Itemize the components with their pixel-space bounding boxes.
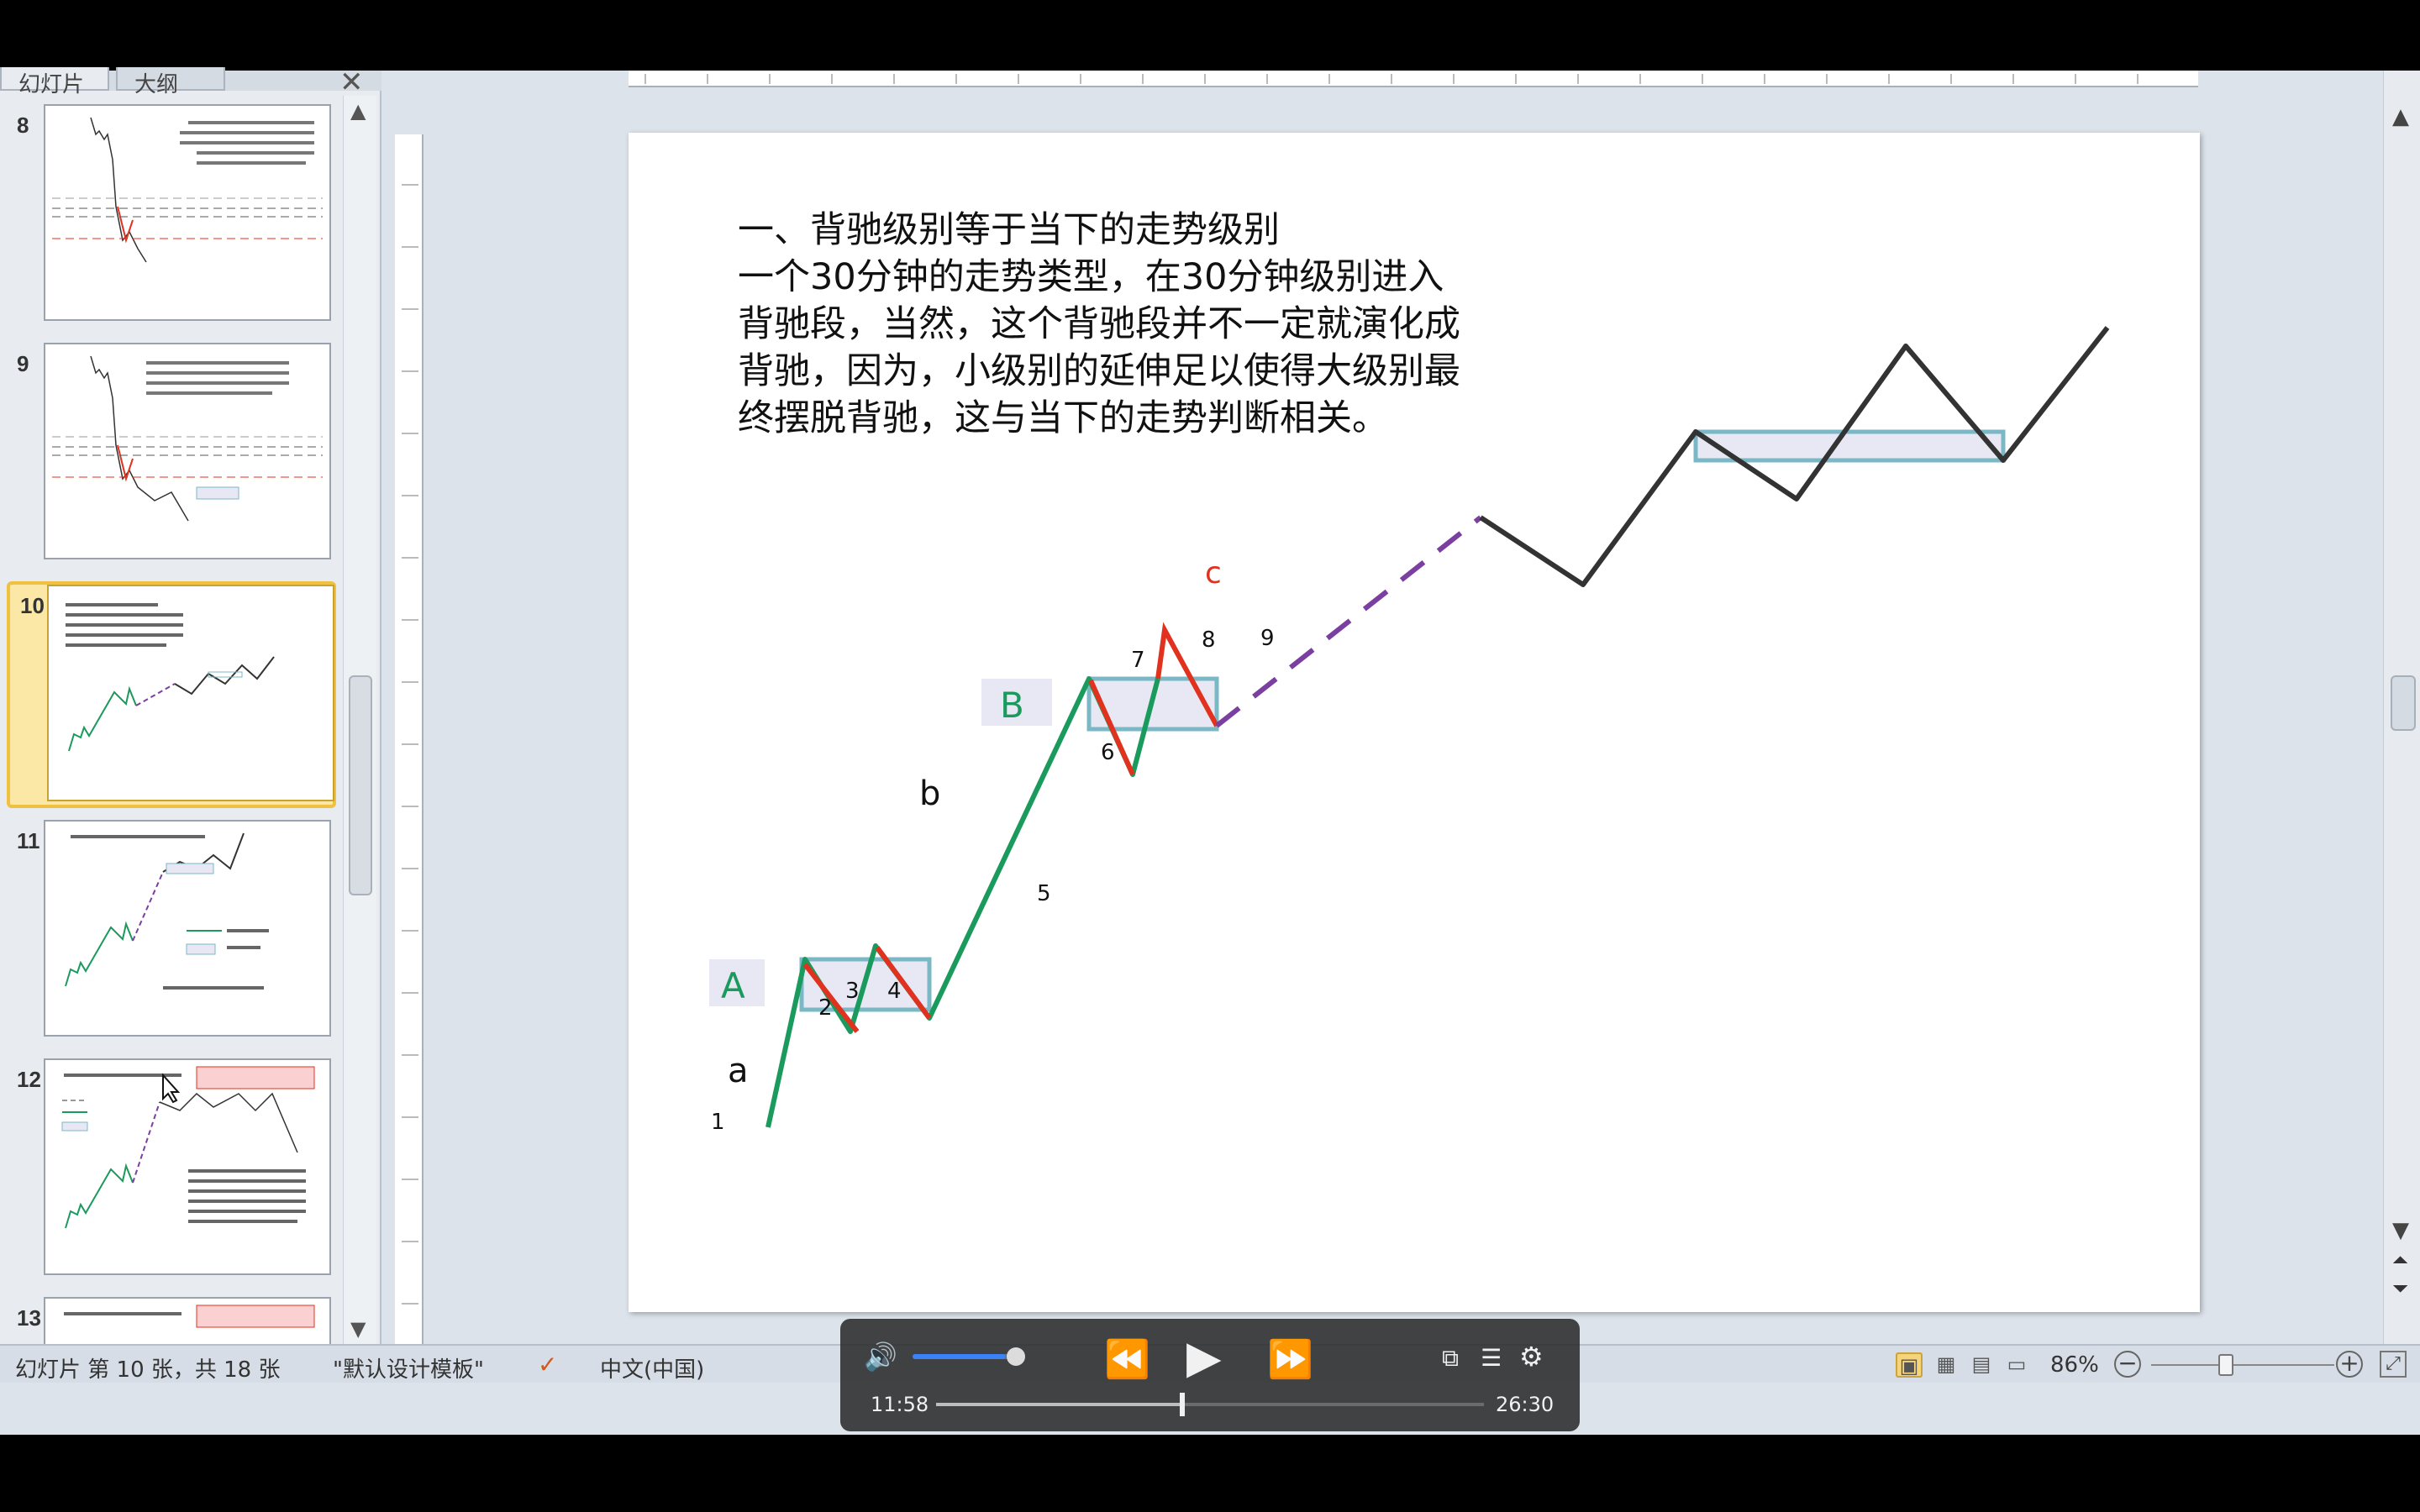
video-player-controls: 🔊 ⏪ ▶ ⏩ ⧉ ☰ ⚙ 11:58 26:30: [840, 1319, 1580, 1431]
scroll-up-icon[interactable]: ▲: [350, 99, 366, 123]
progress-fill: [936, 1403, 1183, 1406]
slide-preview-drawing: [66, 603, 275, 752]
app-window: 幻灯片 大纲 ✕ 8 9 10 11 12 13 ▲ ▼ 一、背驰级别等于当下的…: [0, 0, 2420, 1512]
volume-icon[interactable]: 🔊: [864, 1341, 897, 1373]
trend-line-green: [765, 676, 1160, 1128]
scroll-up-icon[interactable]: ▲: [2392, 104, 2409, 129]
slide-thumbnail-list: 8 9 10 11 12 13: [0, 96, 336, 1344]
powerpoint-window: 幻灯片 大纲 ✕ 8 9 10 11 12 13 ▲ ▼ 一、背驰级别等于当下的…: [0, 66, 2420, 1505]
slide-preview: [44, 1058, 331, 1275]
scrollbar-thumb[interactable]: [349, 675, 372, 895]
settings-icon[interactable]: ⚙: [1519, 1341, 1544, 1373]
horizontal-ruler: [629, 71, 2198, 87]
slide-sorter-icon[interactable]: ▦: [1933, 1352, 1960, 1378]
theme-name[interactable]: "默认设计模板": [333, 1352, 484, 1383]
slides-pane: 幻灯片 大纲 ✕ 8 9 10 11 12 13 ▲ ▼: [0, 66, 381, 1344]
chapters-icon[interactable]: ☰: [1481, 1344, 1502, 1372]
scroll-down-icon[interactable]: ▼: [2392, 1218, 2409, 1243]
tab-slides[interactable]: 幻灯片: [0, 67, 109, 97]
slide-preview-drawing: [52, 117, 323, 263]
slide-thumbnail-10[interactable]: 10: [7, 581, 336, 808]
slide-preview: [44, 343, 331, 559]
zoom-in-icon[interactable]: +: [2336, 1351, 2363, 1378]
language-indicator[interactable]: 中文(中国): [600, 1352, 704, 1383]
label-b: b: [919, 774, 940, 813]
zoom-out-icon[interactable]: −: [2114, 1351, 2141, 1378]
zoom-slider-thumb[interactable]: [2218, 1354, 2233, 1376]
slide-thumbnail-12[interactable]: 12: [7, 1058, 336, 1285]
slide-number: 13: [17, 1305, 41, 1331]
label-a: a: [728, 1052, 749, 1090]
slide-canvas[interactable]: 一、背驰级别等于当下的走势级别 一个30分钟的走势类型，在30分钟级别进入 背驰…: [629, 133, 2200, 1312]
slide-thumbnail-8[interactable]: 8: [7, 104, 336, 331]
slide-number: 8: [17, 113, 29, 138]
segment-label-2: 2: [818, 995, 833, 1021]
slide-preview: [44, 104, 331, 321]
slide-thumbnail-9[interactable]: 9: [7, 343, 336, 570]
segment-label-9: 9: [1260, 626, 1275, 651]
slide-scrollbar[interactable]: ▲ ▼ ⏶ ⏷: [2383, 71, 2420, 1344]
slide-preview-drawing: [52, 355, 323, 522]
normal-view-icon[interactable]: ▣: [1896, 1352, 1923, 1378]
scrollbar-thumb[interactable]: [2391, 675, 2416, 731]
slide-thumbnail-11[interactable]: 11: [7, 820, 336, 1047]
zoom-slider-track[interactable]: [2151, 1364, 2334, 1366]
slide-count-text: 幻灯片 第 10 张，共 18 张: [15, 1357, 281, 1383]
segment-label-7: 7: [1131, 648, 1145, 673]
rewind-icon[interactable]: ⏪: [1104, 1337, 1150, 1381]
duration: 26:30: [1496, 1393, 1555, 1416]
reading-view-icon[interactable]: ▤: [1968, 1352, 1995, 1378]
segment-label-3: 3: [845, 979, 860, 1004]
trend-segment-dashed: [1215, 515, 1482, 728]
slide-preview: [44, 1297, 331, 1344]
progress-knob[interactable]: [1180, 1393, 1186, 1416]
slideshow-icon[interactable]: ▭: [2003, 1352, 2030, 1378]
bottom-letterbox: [0, 1435, 2420, 1512]
thumbnail-scrollbar[interactable]: ▲ ▼: [343, 96, 376, 1344]
label-c: c: [1205, 556, 1222, 591]
slide-number: 10: [20, 593, 45, 618]
ruler-ticks: [644, 74, 2139, 84]
segment-label-5: 5: [1037, 881, 1051, 906]
vertical-ruler: [395, 134, 424, 1378]
segment-label-6: 6: [1101, 740, 1115, 765]
play-icon[interactable]: ▶: [1186, 1331, 1222, 1383]
segment-label-1: 1: [711, 1110, 725, 1135]
top-letterbox: [0, 0, 2420, 71]
zoom-level[interactable]: 86%: [2050, 1352, 2099, 1378]
pane-tabs: 幻灯片 大纲 ✕: [0, 66, 381, 99]
tab-outline[interactable]: 大纲: [116, 67, 225, 97]
slide-preview-drawing: [64, 1305, 315, 1328]
fit-to-window-icon[interactable]: ⤢: [2380, 1351, 2407, 1378]
scroll-down-icon[interactable]: ▼: [350, 1317, 366, 1341]
previous-slide-icon[interactable]: ⏶: [2392, 1248, 2408, 1272]
close-pane-icon[interactable]: ✕: [339, 66, 364, 99]
slide-preview-drawing: [61, 1066, 315, 1229]
hub-label-a: A: [721, 965, 745, 1006]
slide-number: 11: [17, 828, 40, 853]
segment-label-8: 8: [1202, 627, 1216, 653]
hub-box-upper: [1693, 429, 2006, 463]
current-time: 11:58: [871, 1393, 929, 1416]
next-slide-icon[interactable]: ⏷: [2392, 1277, 2408, 1300]
picture-in-picture-icon[interactable]: ⧉: [1442, 1344, 1459, 1373]
slide-preview: [47, 585, 334, 801]
slide-number: 9: [17, 351, 29, 376]
trend-diagram: a b c A B 1 2 3 4 5 6 7 8 9: [709, 326, 2110, 1135]
slide-number: 12: [17, 1067, 41, 1092]
slide-thumbnail-13[interactable]: 13: [7, 1297, 336, 1344]
hub-label-b: B: [1000, 685, 1024, 726]
spellcheck-icon[interactable]: ✓: [538, 1351, 571, 1378]
segment-label-4: 4: [887, 979, 902, 1004]
volume-slider-fill: [913, 1354, 1006, 1359]
ruler-ticks: [402, 184, 418, 1305]
volume-slider-knob[interactable]: [1007, 1347, 1025, 1366]
slide-preview-drawing: [65, 832, 269, 990]
fast-forward-icon[interactable]: ⏩: [1267, 1337, 1313, 1381]
slide-preview: [44, 820, 331, 1037]
